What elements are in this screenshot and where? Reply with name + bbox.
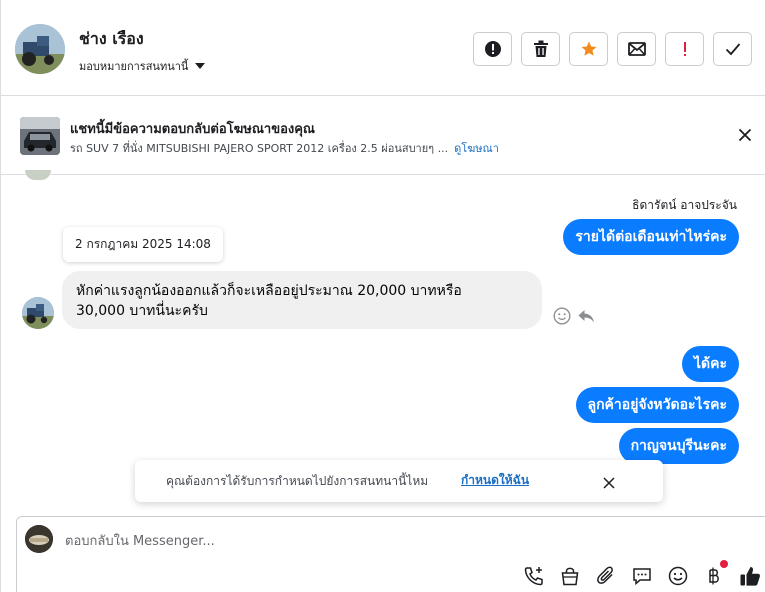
report-button[interactable] [473, 32, 512, 66]
react-button[interactable] [553, 307, 571, 329]
close-banner-button[interactable] [738, 127, 752, 146]
messenger-chat-panel: ช่าง เรือง มอบหมายการสนทนานี้ แชทนี้มีข้… [0, 0, 765, 592]
saved-replies-button[interactable] [631, 565, 653, 587]
mark-unread-button[interactable] [617, 32, 656, 66]
chat-bubble-icon [633, 568, 651, 586]
assign-prompt-text: คุณต้องการได้รับการกำหนดไปยังการสนทนานี้… [166, 474, 429, 488]
call-button[interactable] [523, 565, 545, 587]
message-timestamp: 2 กรกฎาคม 2025 14:08 [63, 227, 223, 262]
sender-name: ธิดารัตน์ อาจประจัน [632, 198, 737, 212]
ad-reply-banner: แชทนี้มีข้อความตอบกลับต่อโฆษณาของคุณ รถ … [1, 97, 765, 175]
checkmark-icon [725, 43, 740, 56]
trash-icon [533, 40, 548, 57]
exclamation-icon [683, 42, 686, 56]
emoji-icon [668, 566, 688, 586]
spam-button[interactable] [665, 32, 704, 66]
shop-button[interactable] [559, 565, 581, 587]
reply-button[interactable] [577, 307, 595, 329]
conversation-header: ช่าง เรือง มอบหมายการสนทนานี้ [1, 0, 765, 96]
message-bubble-outgoing[interactable]: กาญจนบุรีนะคะ [618, 428, 739, 464]
contact-name[interactable]: ช่าง เรือง [79, 27, 144, 52]
close-toast-button[interactable] [603, 474, 615, 493]
assign-conversation-dropdown[interactable]: มอบหมายการสนทนานี้ [79, 57, 206, 75]
ad-description: รถ SUV 7 ที่นั่ง MITSUBISHI PAJERO SPORT… [70, 142, 449, 155]
message-bubble-outgoing[interactable]: รายได้ต่อเดือนเท่าไหร่คะ [563, 219, 739, 255]
ad-banner-subtitle: รถ SUV 7 ที่นั่ง MITSUBISHI PAJERO SPORT… [70, 139, 499, 157]
attach-button[interactable] [595, 565, 617, 587]
assign-label: มอบหมายการสนทนานี้ [79, 60, 189, 73]
scrolled-avatar-fragment [25, 170, 51, 180]
emoji-button[interactable] [667, 565, 689, 587]
assign-prompt-toast: คุณต้องการได้รับการกำหนดไปยังการสนทนานี้… [135, 460, 663, 502]
contact-avatar-small[interactable] [22, 297, 54, 329]
call-add-icon [524, 567, 543, 586]
paperclip-icon [597, 566, 613, 584]
message-bubble-outgoing[interactable]: ลูกค้าอยู่จังหวัดอะไรคะ [575, 387, 739, 423]
thumbs-up-icon [740, 567, 760, 586]
notification-dot [720, 560, 728, 568]
caret-down-icon [195, 63, 206, 69]
payment-button[interactable] [703, 565, 725, 587]
close-icon [738, 128, 752, 142]
smiley-icon [553, 307, 571, 325]
message-bubble-incoming[interactable]: หักค่าแรงลูกน้องออกแล้วก็จะเหลืออยู่ประม… [62, 271, 542, 329]
star-icon [581, 41, 596, 56]
baht-icon [709, 567, 719, 585]
star-button[interactable] [569, 32, 608, 66]
ad-banner-title: แชทนี้มีข้อความตอบกลับต่อโฆษณาของคุณ [70, 122, 315, 137]
alert-circle-icon [484, 41, 501, 57]
message-line: หักค่าแรงลูกน้องออกแล้วก็จะเหลืออยู่ประม… [76, 283, 462, 299]
close-icon [603, 477, 615, 489]
mark-done-button[interactable] [713, 32, 752, 66]
page-avatar [25, 525, 53, 553]
like-button[interactable] [739, 565, 761, 587]
message-line: 30,000 บาทนี่นะครับ [76, 303, 208, 319]
reply-arrow-icon [578, 310, 594, 323]
view-ad-link[interactable]: ดูโฆษณา [454, 142, 499, 155]
envelope-icon [627, 42, 646, 56]
reply-input[interactable] [65, 531, 685, 551]
delete-button[interactable] [521, 32, 560, 66]
ad-thumbnail[interactable] [20, 117, 60, 155]
assign-to-me-link[interactable]: กำหนดให้ฉัน [461, 471, 529, 490]
message-bubble-outgoing[interactable]: ได้คะ [681, 346, 739, 382]
contact-avatar[interactable] [15, 24, 65, 74]
shopping-bag-icon [561, 567, 579, 586]
